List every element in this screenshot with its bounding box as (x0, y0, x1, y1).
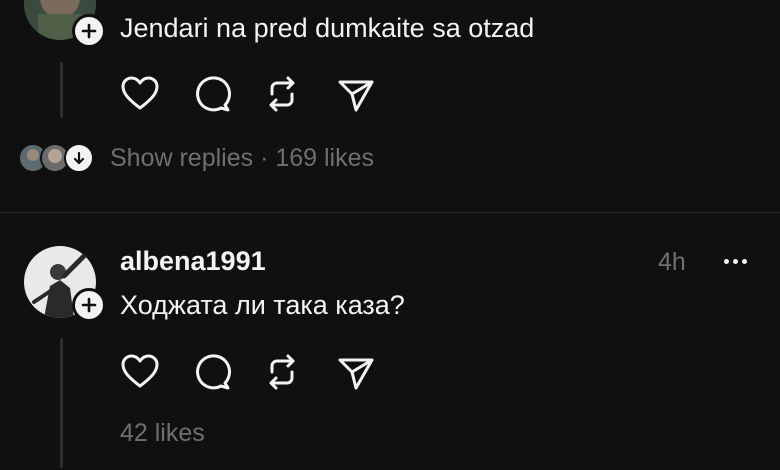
post1-thread-line (60, 62, 63, 118)
post1-follow-button[interactable] (72, 14, 106, 48)
post2-username[interactable]: albena1991 (120, 246, 266, 277)
more-dots-icon[interactable] (717, 249, 753, 273)
expand-replies-button[interactable] (64, 143, 94, 173)
send-icon (338, 358, 374, 390)
replies-likes-label[interactable]: Show replies · 169 likes (110, 144, 374, 173)
post2-actions (120, 350, 408, 394)
post2-repost-button[interactable] (264, 350, 336, 394)
post2-comment-button[interactable] (192, 350, 264, 394)
post2-timestamp: 4h (658, 248, 686, 276)
post1-share-button[interactable] (336, 72, 408, 116)
chevron-down-icon (73, 151, 85, 165)
plus-icon (81, 23, 97, 39)
plus-icon (81, 297, 97, 313)
post1-repost-button[interactable] (264, 72, 336, 116)
post1-like-button[interactable] (120, 72, 192, 116)
repost-icon (269, 76, 295, 112)
post2-text: Ходжата ли така каза? (120, 290, 405, 320)
send-icon (338, 80, 374, 112)
post2-likes-count[interactable]: 42 likes (120, 419, 205, 448)
post2-like-button[interactable] (120, 350, 192, 394)
post2-thread-line (60, 338, 63, 468)
post2-follow-button[interactable] (72, 288, 106, 322)
comment-bubble-icon (196, 354, 231, 390)
post1-text: Jendari na pred dumkaite sa otzad (120, 13, 535, 43)
thread-page: Jendari na pred dumkaite sa otzad Show r… (0, 0, 780, 470)
comment-bubble-icon (196, 76, 231, 112)
post1-comment-button[interactable] (192, 72, 264, 116)
heart-icon (121, 354, 159, 388)
post-divider (0, 212, 780, 213)
heart-icon (121, 76, 159, 110)
post2-share-button[interactable] (336, 350, 408, 394)
post1-actions (120, 72, 408, 116)
repost-icon (269, 354, 295, 390)
post1-show-replies[interactable]: Show replies · 169 likes (18, 138, 374, 178)
